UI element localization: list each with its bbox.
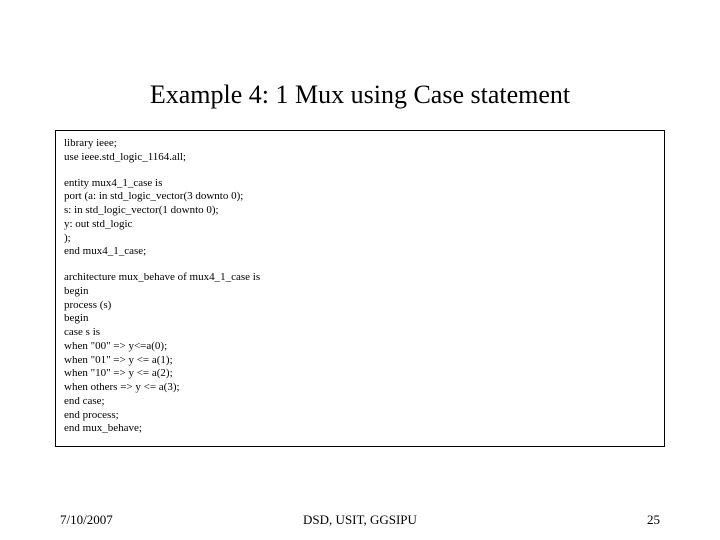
footer-center: DSD, USIT, GGSIPU <box>0 512 720 528</box>
code-line: end process; <box>64 409 656 423</box>
code-line: architecture mux_behave of mux4_1_case i… <box>64 271 656 285</box>
code-line: when others => y <= a(3); <box>64 381 656 395</box>
blank-line <box>64 165 656 177</box>
code-box: library ieee; use ieee.std_logic_1164.al… <box>55 130 665 447</box>
footer-page: 25 <box>647 512 660 528</box>
code-line: entity mux4_1_case is <box>64 177 656 191</box>
code-line: when "10" => y <= a(2); <box>64 367 656 381</box>
code-line: when "01" => y <= a(1); <box>64 354 656 368</box>
code-line: y: out std_logic <box>64 218 656 232</box>
code-line: when "00" => y<=a(0); <box>64 340 656 354</box>
code-line: process (s) <box>64 299 656 313</box>
code-line: end case; <box>64 395 656 409</box>
code-line: case s is <box>64 326 656 340</box>
slide: Example 4: 1 Mux using Case statement li… <box>0 0 720 540</box>
code-line: use ieee.std_logic_1164.all; <box>64 151 656 165</box>
code-line: end mux_behave; <box>64 422 656 436</box>
code-line: begin <box>64 312 656 326</box>
code-line: ); <box>64 232 656 246</box>
code-line: end mux4_1_case; <box>64 245 656 259</box>
code-line: begin <box>64 285 656 299</box>
code-line: s: in std_logic_vector(1 downto 0); <box>64 204 656 218</box>
code-line: port (a: in std_logic_vector(3 downto 0)… <box>64 190 656 204</box>
code-line: library ieee; <box>64 137 656 151</box>
blank-line <box>64 259 656 271</box>
slide-title: Example 4: 1 Mux using Case statement <box>0 0 720 130</box>
